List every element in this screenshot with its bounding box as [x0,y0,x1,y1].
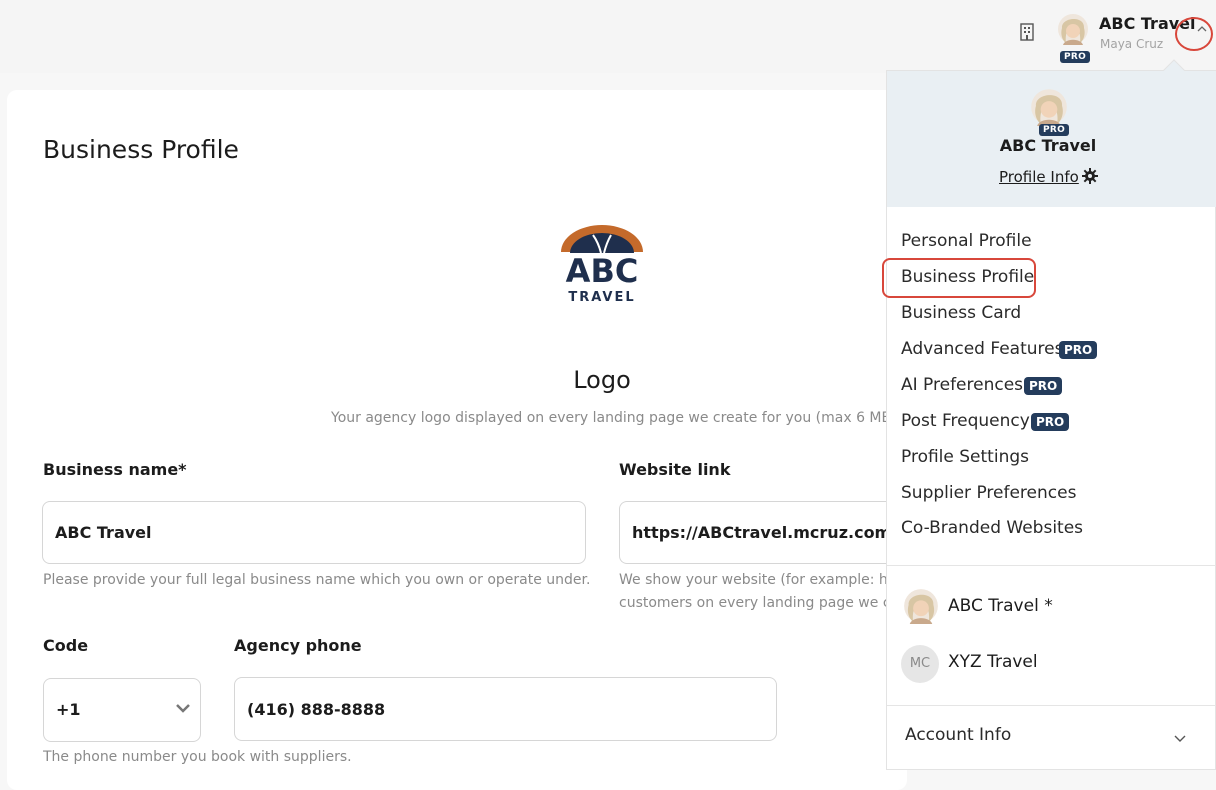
dropdown-agency-name: ABC Travel [999,136,1097,155]
menu-item-ai-preferences[interactable]: AI Preferences [901,374,1023,396]
code-label: Code [43,636,89,655]
divider [887,705,1216,706]
phone-help: The phone number you book with suppliers… [43,749,352,765]
user-name: Maya Cruz [1100,37,1164,51]
chevron-down-icon[interactable] [175,702,191,714]
account-initials-avatar[interactable]: MC [901,645,939,683]
code-value: +1 [56,700,81,719]
account-xyz-travel[interactable]: XYZ Travel [948,652,1038,672]
highlight-circle [1175,17,1213,51]
account-abc-travel[interactable]: ABC Travel * [948,596,1053,616]
menu-item-supplier-preferences[interactable]: Supplier Preferences [901,482,1076,504]
divider [887,565,1216,566]
pro-badge: PRO [1059,341,1098,359]
menu-item-co-branded-websites[interactable]: Co-Branded Websites [901,517,1083,539]
phone-input[interactable] [234,677,777,741]
highlight-box [882,258,1036,298]
logo-text-sub: TRAVEL [568,290,635,304]
account-avatar[interactable] [903,588,939,626]
account-info-toggle[interactable]: Account Info [905,725,1011,745]
phone-label: Agency phone [234,636,362,655]
website-input[interactable] [619,501,899,564]
menu-item-advanced-features[interactable]: Advanced Features [901,338,1063,360]
user-avatar[interactable]: PRO [1057,13,1091,63]
company-logo[interactable]: ABC TRAVEL [553,222,651,304]
pro-badge: PRO [1031,413,1070,431]
business-name-label: Business name* [43,460,187,479]
logo-text-main: ABC [566,252,639,290]
pro-badge: PRO [1039,124,1070,136]
logo-description: Your agency logo displayed on every land… [331,410,902,426]
menu-item-business-card[interactable]: Business Card [901,302,1021,324]
profile-info-link[interactable]: Profile Info [999,168,1079,186]
business-name-input[interactable] [42,501,586,564]
menu-item-personal-profile[interactable]: Personal Profile [901,230,1032,252]
pro-badge: PRO [1060,51,1091,63]
chevron-down-icon[interactable] [1173,733,1187,743]
dropdown-avatar: PRO [1030,88,1070,136]
gear-icon[interactable] [1082,168,1098,184]
building-icon[interactable] [1019,23,1035,41]
website-help-line2: customers on every landing page we cr [619,595,886,611]
menu-item-post-frequency[interactable]: Post Frequency [901,410,1030,432]
website-label: Website link [619,460,731,479]
logo-heading: Logo [573,366,631,394]
business-name-help: Please provide your full legal business … [43,572,591,588]
page-title: Business Profile [43,135,239,164]
website-help-line1: We show your website (for example: htt [619,572,886,588]
pro-badge: PRO [1024,377,1063,395]
menu-item-profile-settings[interactable]: Profile Settings [901,446,1029,468]
